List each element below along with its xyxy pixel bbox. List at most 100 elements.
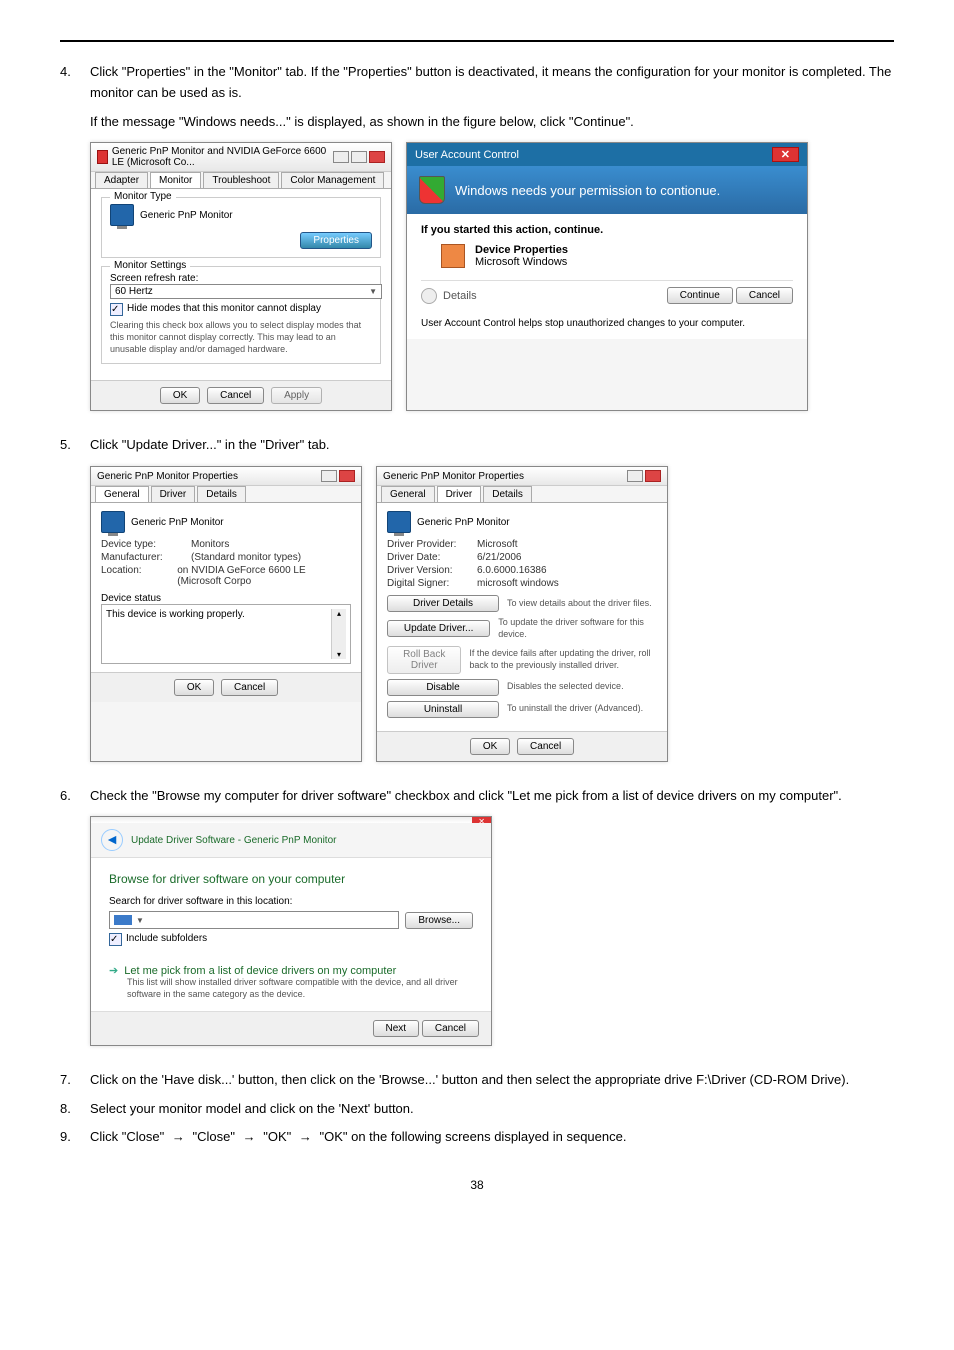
- close-icon[interactable]: ✕: [472, 817, 491, 823]
- field-label: Search for driver software in this locat…: [109, 896, 473, 907]
- chevron-down-icon: ▼: [369, 287, 377, 296]
- step-text: If the message "Windows needs..." is dis…: [90, 112, 894, 133]
- step-number: 8.: [60, 1099, 90, 1120]
- kv-value: 6.0.6000.16386: [477, 565, 547, 576]
- driver-details-button[interactable]: Driver Details: [387, 595, 499, 612]
- kv-value: Microsoft: [477, 539, 518, 550]
- window-controls[interactable]: [321, 470, 355, 482]
- next-button[interactable]: Next: [373, 1020, 420, 1037]
- apply-button[interactable]: Apply: [271, 387, 322, 404]
- step-text: Select your monitor model and click on t…: [90, 1099, 894, 1120]
- details-toggle[interactable]: Details: [421, 288, 477, 304]
- kv-value: on NVIDIA GeForce 6600 LE (Microsoft Cor…: [177, 565, 351, 587]
- step-text: Click "Update Driver..." in the "Driver"…: [90, 435, 894, 456]
- arrow-icon: →: [243, 1129, 256, 1144]
- window-controls[interactable]: [627, 470, 661, 482]
- update-driver-button[interactable]: Update Driver...: [387, 620, 490, 637]
- refresh-rate-select[interactable]: 60 Hertz ▼: [110, 284, 382, 299]
- checkbox-label: Include subfolders: [126, 933, 207, 944]
- tab-general[interactable]: General: [95, 486, 149, 502]
- tab-general[interactable]: General: [381, 486, 435, 502]
- ok-button[interactable]: OK: [174, 679, 214, 696]
- cancel-button[interactable]: Cancel: [422, 1020, 479, 1037]
- chevron-down-icon: ▼: [136, 916, 144, 925]
- scrollbar[interactable]: ▴▾: [331, 609, 346, 659]
- location-input[interactable]: ▼: [109, 911, 399, 929]
- step-number: 7.: [60, 1070, 90, 1091]
- tab-details[interactable]: Details: [197, 486, 246, 502]
- uac-dialog: User Account Control ✕ Windows needs you…: [406, 142, 808, 411]
- properties-button[interactable]: Properties: [300, 232, 372, 249]
- option-desc: This list will show installed driver sof…: [127, 977, 473, 1000]
- cancel-button[interactable]: Cancel: [736, 287, 793, 304]
- button-desc: Disables the selected device.: [507, 681, 624, 693]
- disable-button[interactable]: Disable: [387, 679, 499, 696]
- button-desc: To update the driver software for this d…: [498, 617, 657, 640]
- monitor-icon: [101, 511, 125, 533]
- include-subfolders-checkbox[interactable]: ✓: [109, 933, 122, 946]
- button-desc: To uninstall the driver (Advanced).: [507, 703, 643, 715]
- cancel-button[interactable]: Cancel: [207, 387, 264, 404]
- breadcrumb: Update Driver Software - Generic PnP Mon…: [131, 835, 336, 846]
- step-number: 5.: [60, 435, 90, 456]
- button-desc: If the device fails after updating the d…: [469, 648, 657, 671]
- monitor-icon: [110, 204, 134, 226]
- monitor-name: Generic PnP Monitor: [140, 210, 233, 221]
- app-icon: [441, 244, 465, 268]
- properties-general-dialog: Generic PnP Monitor Properties General D…: [90, 466, 362, 761]
- kv-key: Digital Signer:: [387, 578, 477, 589]
- field-label: Screen refresh rate:: [110, 273, 372, 284]
- uninstall-button[interactable]: Uninstall: [387, 701, 499, 718]
- step-text: Check the "Browse my computer for driver…: [90, 786, 894, 807]
- tab-adapter[interactable]: Adapter: [95, 172, 148, 188]
- window-controls[interactable]: [333, 151, 385, 163]
- group-label: Monitor Settings: [110, 260, 190, 271]
- kv-value: microsoft windows: [477, 578, 559, 589]
- uac-instruction: If you started this action, continue.: [421, 224, 793, 236]
- continue-button[interactable]: Continue: [667, 287, 733, 304]
- browse-button[interactable]: Browse...: [405, 912, 473, 929]
- wizard-heading: Browse for driver software on your compu…: [109, 872, 473, 886]
- kv-key: Manufacturer:: [101, 552, 191, 563]
- kv-key: Driver Date:: [387, 552, 477, 563]
- hide-modes-checkbox[interactable]: ✓: [110, 303, 123, 316]
- step-number: 6.: [60, 786, 90, 807]
- arrow-icon: →: [299, 1129, 312, 1144]
- device-status-box: This device is working properly. ▴▾: [101, 604, 351, 664]
- kv-key: Driver Version:: [387, 565, 477, 576]
- tab-troubleshoot[interactable]: Troubleshoot: [203, 172, 279, 188]
- kv-key: Location:: [101, 565, 177, 587]
- rollback-driver-button[interactable]: Roll Back Driver: [387, 646, 461, 674]
- group-label: Device status: [101, 593, 351, 604]
- back-button[interactable]: ◄: [101, 829, 123, 851]
- app-name: Device Properties: [475, 244, 568, 256]
- monitor-icon: [387, 511, 411, 533]
- kv-value: (Standard monitor types): [191, 552, 301, 563]
- tab-monitor[interactable]: Monitor: [150, 172, 201, 188]
- shield-icon: [419, 176, 445, 204]
- cancel-button[interactable]: Cancel: [221, 679, 278, 696]
- step-text: Click "Properties" in the "Monitor" tab.…: [90, 62, 894, 104]
- tab-driver[interactable]: Driver: [151, 486, 196, 502]
- properties-driver-dialog: Generic PnP Monitor Properties General D…: [376, 466, 668, 761]
- tab-driver[interactable]: Driver: [437, 486, 482, 502]
- let-me-pick-option[interactable]: ➔ Let me pick from a list of device driv…: [109, 964, 473, 977]
- chevron-down-icon: [421, 288, 437, 304]
- checkbox-label: Hide modes that this monitor cannot disp…: [127, 303, 321, 314]
- ok-button[interactable]: OK: [160, 387, 200, 404]
- uac-footer: User Account Control helps stop unauthor…: [421, 318, 793, 329]
- button-desc: To view details about the driver files.: [507, 598, 652, 610]
- ok-button[interactable]: OK: [470, 738, 510, 755]
- step-number: 4.: [60, 62, 90, 104]
- device-name: Generic PnP Monitor: [131, 517, 224, 528]
- app-publisher: Microsoft Windows: [475, 256, 568, 268]
- kv-key: Driver Provider:: [387, 539, 477, 550]
- tab-color-management[interactable]: Color Management: [281, 172, 384, 188]
- page-number: 38: [60, 1178, 894, 1192]
- monitor-tab-dialog: Generic PnP Monitor and NVIDIA GeForce 6…: [90, 142, 392, 411]
- close-icon[interactable]: ✕: [772, 147, 799, 162]
- window-title: User Account Control: [415, 149, 519, 161]
- tab-details[interactable]: Details: [483, 486, 532, 502]
- cancel-button[interactable]: Cancel: [517, 738, 574, 755]
- window-title: Generic PnP Monitor Properties: [97, 471, 238, 482]
